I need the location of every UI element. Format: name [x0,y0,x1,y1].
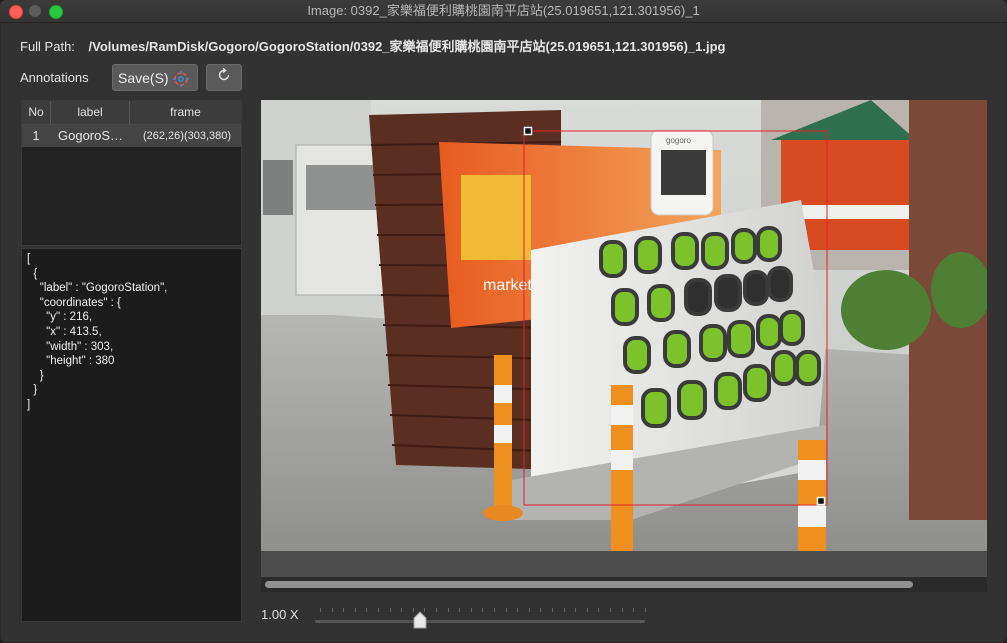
zoom-label: 1.00 X [261,607,299,622]
title-bar: Image: 0392_家樂福便利購桃園南平店站(25.019651,121.3… [0,0,1007,23]
annotations-label: Annotations [20,70,89,85]
slider-tick [436,608,437,612]
table-row[interactable]: 1 GogoroStation (262,26)(303,380) [22,125,241,147]
slider-tick [459,608,461,612]
canvas-footer [261,551,987,577]
slider-tick [528,608,530,612]
slider-tick [401,608,403,612]
slider-tick [447,608,449,612]
refresh-icon [217,67,231,87]
save-button[interactable]: Save(S) [112,64,198,91]
window-title: Image: 0392_家樂福便利購桃園南平店站(25.019651,121.3… [307,3,700,18]
slider-tick [575,608,577,612]
row-frame: (262,26)(303,380) [142,130,232,142]
slider-tick [366,608,368,612]
slider-tick [494,608,495,612]
image-canvas[interactable]: market gogoro [261,100,987,551]
box-handle-bottom-right[interactable] [816,496,826,506]
table-header: No label frame [22,101,241,125]
column-header-frame[interactable]: frame [130,101,241,124]
slider-tick [563,608,565,612]
app-window: Image: 0392_家樂福便利購桃園南平店站(25.019651,121.3… [0,0,1007,643]
poster-brand: market [483,277,532,294]
slider-track[interactable] [315,620,645,623]
slider-knob[interactable] [412,611,428,629]
scrollbar-thumb[interactable] [265,581,913,588]
target-icon [172,70,190,91]
row-label: GogoroStation [58,128,126,143]
slider-tick [633,608,635,612]
slider-tick [517,608,519,612]
column-header-no[interactable]: No [22,101,51,124]
save-button-label: Save(S) [118,69,169,86]
slider-tick [389,608,391,612]
annotation-table: No label frame 1 GogoroStation (262,26)(… [21,100,242,246]
slider-tick [644,608,646,612]
row-no: 1 [32,128,40,143]
station-brand: gogoro [666,136,691,145]
slider-tick [621,608,623,612]
full-path: Full Path: /Volumes/RamDisk/Gogoro/Gogor… [20,36,726,55]
slider-tick [482,608,484,612]
slider-tick [540,608,542,612]
slider-tick [343,608,345,612]
slider-tick [378,608,379,612]
column-header-label[interactable]: label [51,101,130,124]
slider-tick [586,608,588,612]
slider-tick [598,608,600,612]
refresh-button[interactable] [206,64,242,91]
zoom-slider[interactable] [315,603,646,631]
slider-tick [320,608,321,612]
box-handle-top-left[interactable] [523,126,533,136]
slider-tick [610,608,611,612]
slider-tick [354,608,356,612]
full-path-value: /Volumes/RamDisk/Gogoro/GogoroStation/03… [88,39,726,54]
slider-tick [331,608,333,612]
full-path-label: Full Path: [20,39,75,54]
slider-tick [552,608,553,612]
json-output[interactable]: [ { "label" : "GogoroStation", "coordina… [21,248,242,622]
slider-tick [505,608,507,612]
slider-tick [470,608,472,612]
